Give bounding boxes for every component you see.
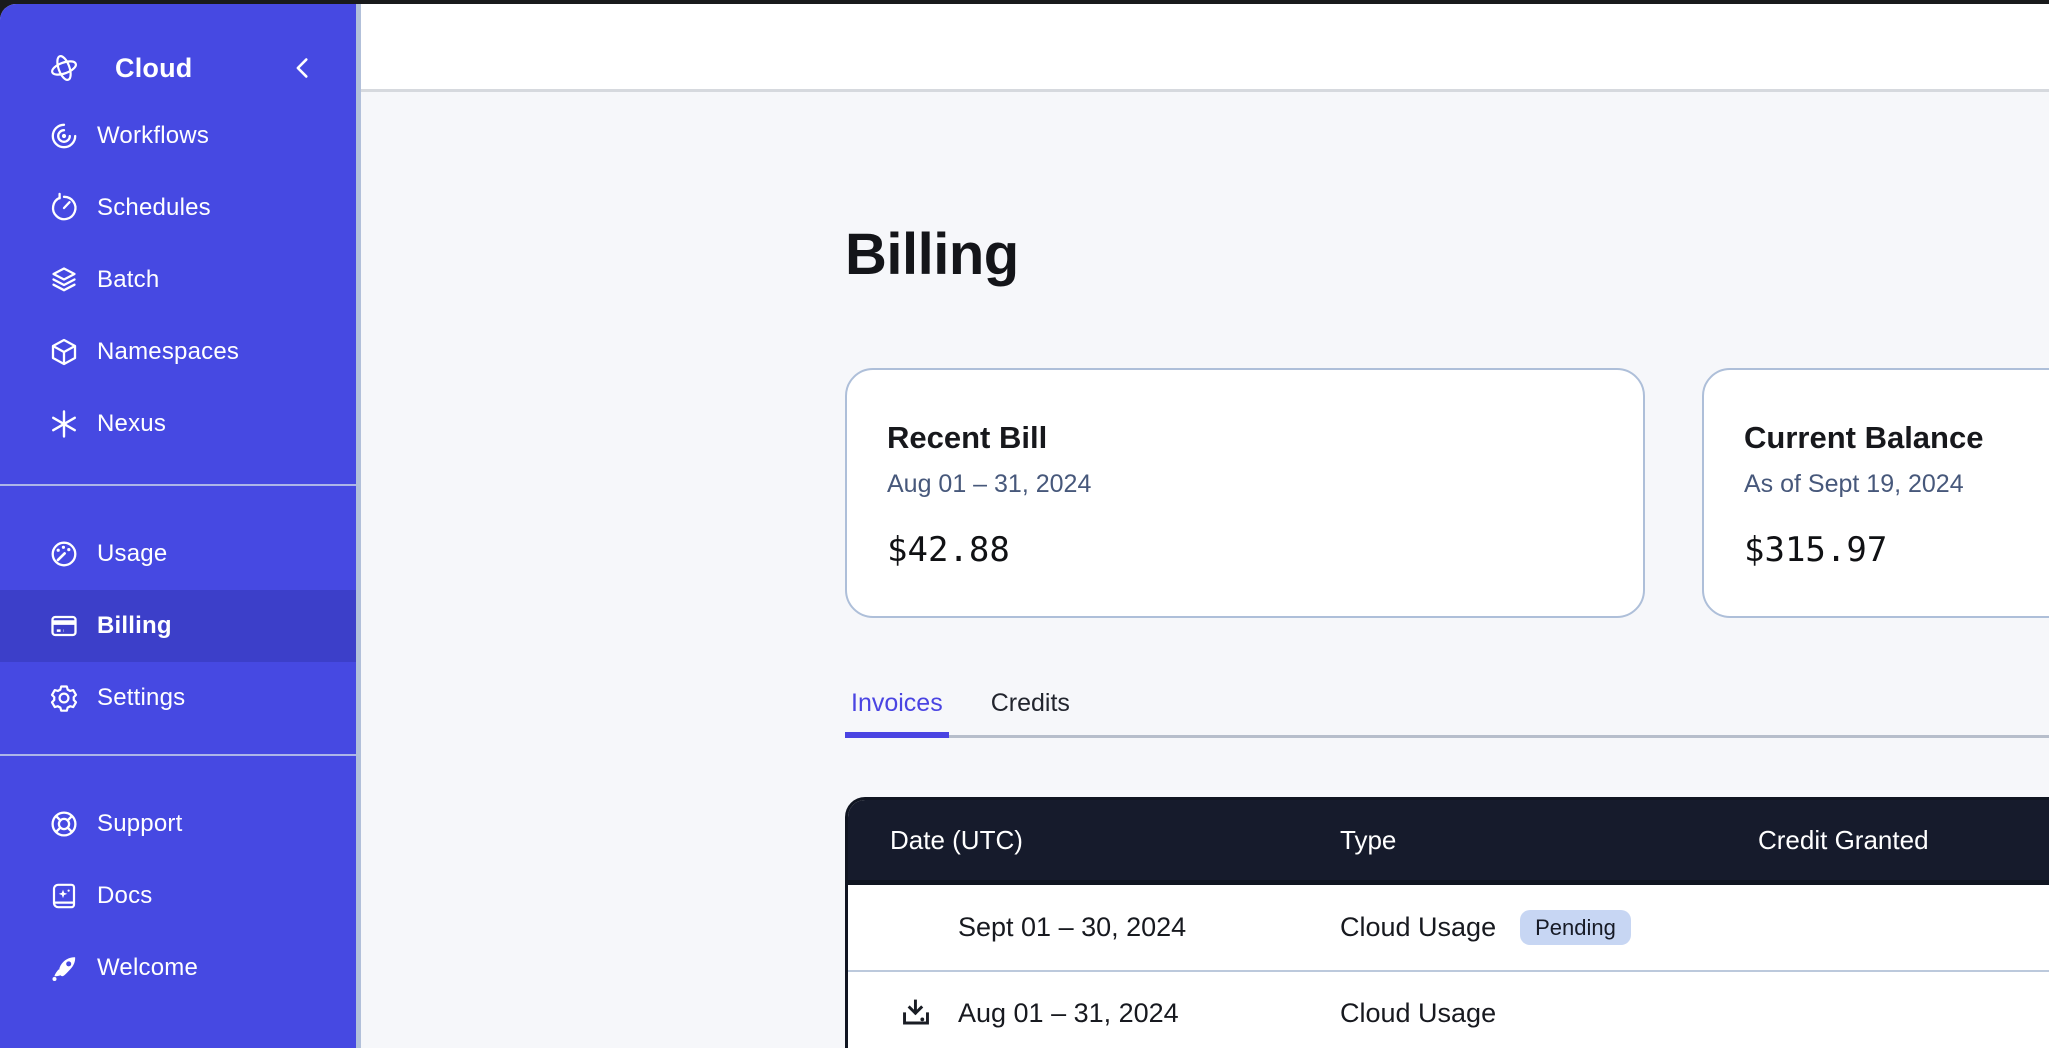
sidebar-item-label: Billing [97, 612, 172, 640]
invoices-table: Date (UTC) Type Credit Granted Sept 01 –… [845, 797, 2049, 1048]
invoice-type-cell: Cloud Usage [1340, 998, 1758, 1029]
sidebar-item-nexus[interactable]: Nexus [0, 388, 356, 460]
download-invoice-button[interactable] [898, 996, 934, 1032]
column-header-date: Date (UTC) [848, 825, 1340, 856]
sidebar-item-label: Docs [97, 882, 152, 910]
temporal-logo-icon [48, 52, 80, 84]
card-title: Current Balance [1744, 420, 2049, 456]
workflows-spiral-icon [48, 120, 80, 152]
page-title: Billing [845, 220, 2049, 290]
sidebar-item-label: Welcome [97, 954, 198, 982]
sidebar-item-docs[interactable]: Docs [0, 860, 356, 932]
sidebar-item-workflows[interactable]: Workflows [0, 100, 356, 172]
cube-icon [48, 336, 80, 368]
main-area: Billing Recent Bill Aug 01 – 31, 2024 $4… [361, 4, 2049, 1048]
sidebar-item-support[interactable]: Support [0, 788, 356, 860]
asterisk-icon [48, 408, 80, 440]
invoice-date-cell: Aug 01 – 31, 2024 [848, 998, 1340, 1029]
card-title: Recent Bill [887, 420, 1603, 456]
app-window: Cloud Workflows [0, 4, 2049, 1048]
clock-icon [48, 192, 80, 224]
brand-label: Cloud [115, 53, 192, 84]
sidebar-item-label: Settings [97, 684, 185, 712]
topbar [361, 4, 2049, 92]
sidebar-item-settings[interactable]: Settings [0, 662, 356, 734]
sidebar-item-billing[interactable]: Billing [0, 590, 356, 662]
sidebar-item-label: Workflows [97, 122, 209, 150]
invoice-type-label: Cloud Usage [1340, 998, 1496, 1029]
sidebar-item-label: Namespaces [97, 338, 239, 366]
sidebar-collapse-button[interactable] [288, 53, 318, 83]
sidebar-item-label: Schedules [97, 194, 211, 222]
sidebar-item-welcome[interactable]: Welcome [0, 932, 356, 1004]
invoice-date-cell: Sept 01 – 30, 2024 [848, 912, 1340, 943]
billing-tabs: Invoices Credits [845, 686, 2049, 738]
sidebar-item-label: Batch [97, 266, 159, 294]
tab-invoices[interactable]: Invoices [845, 686, 949, 738]
sidebar-item-namespaces[interactable]: Namespaces [0, 316, 356, 388]
status-badge: Pending [1520, 910, 1631, 945]
column-header-type: Type [1340, 825, 1758, 856]
table-row: Aug 01 – 31, 2024 Cloud Usage [848, 970, 2049, 1048]
gauge-icon [48, 538, 80, 570]
invoice-type-label: Cloud Usage [1340, 912, 1496, 943]
current-balance-card: Current Balance As of Sept 19, 2024 $315… [1702, 368, 2049, 618]
download-icon [898, 996, 934, 1032]
summary-cards: Recent Bill Aug 01 – 31, 2024 $42.88 Cur… [845, 368, 2049, 618]
sidebar-nav-footer: Support Docs [0, 756, 356, 1004]
sidebar-item-batch[interactable]: Batch [0, 244, 356, 316]
sidebar-brand[interactable]: Cloud [0, 36, 356, 100]
rocket-icon [48, 952, 80, 984]
card-subtitle: Aug 01 – 31, 2024 [887, 468, 1603, 500]
invoice-type-cell: Cloud Usage Pending [1340, 910, 1758, 945]
billing-page: Billing Recent Bill Aug 01 – 31, 2024 $4… [361, 92, 2049, 1048]
card-amount: $42.88 [887, 530, 1603, 570]
card-amount: $315.97 [1744, 530, 2049, 570]
sidebar-nav-account: Usage Billing [0, 486, 356, 734]
lifebuoy-icon [48, 808, 80, 840]
column-header-credit-granted: Credit Granted [1758, 825, 2049, 856]
recent-bill-card: Recent Bill Aug 01 – 31, 2024 $42.88 [845, 368, 1645, 618]
layers-icon [48, 264, 80, 296]
sidebar-nav-primary: Workflows Schedules [0, 100, 356, 460]
sidebar-item-label: Usage [97, 540, 167, 568]
sidebar-item-schedules[interactable]: Schedules [0, 172, 356, 244]
sidebar-item-usage[interactable]: Usage [0, 518, 356, 590]
book-sparkle-icon [48, 880, 80, 912]
credit-card-icon [48, 610, 80, 642]
gear-icon [48, 682, 80, 714]
chevron-left-icon [288, 53, 318, 83]
sidebar: Cloud Workflows [0, 4, 361, 1048]
table-row: Sept 01 – 30, 2024 Cloud Usage Pending [848, 885, 2049, 970]
table-header-row: Date (UTC) Type Credit Granted [848, 800, 2049, 885]
card-subtitle: As of Sept 19, 2024 [1744, 468, 2049, 500]
tab-credits[interactable]: Credits [985, 686, 1076, 738]
invoice-date-label: Aug 01 – 31, 2024 [958, 998, 1179, 1028]
sidebar-item-label: Support [97, 810, 182, 838]
sidebar-item-label: Nexus [97, 410, 166, 438]
